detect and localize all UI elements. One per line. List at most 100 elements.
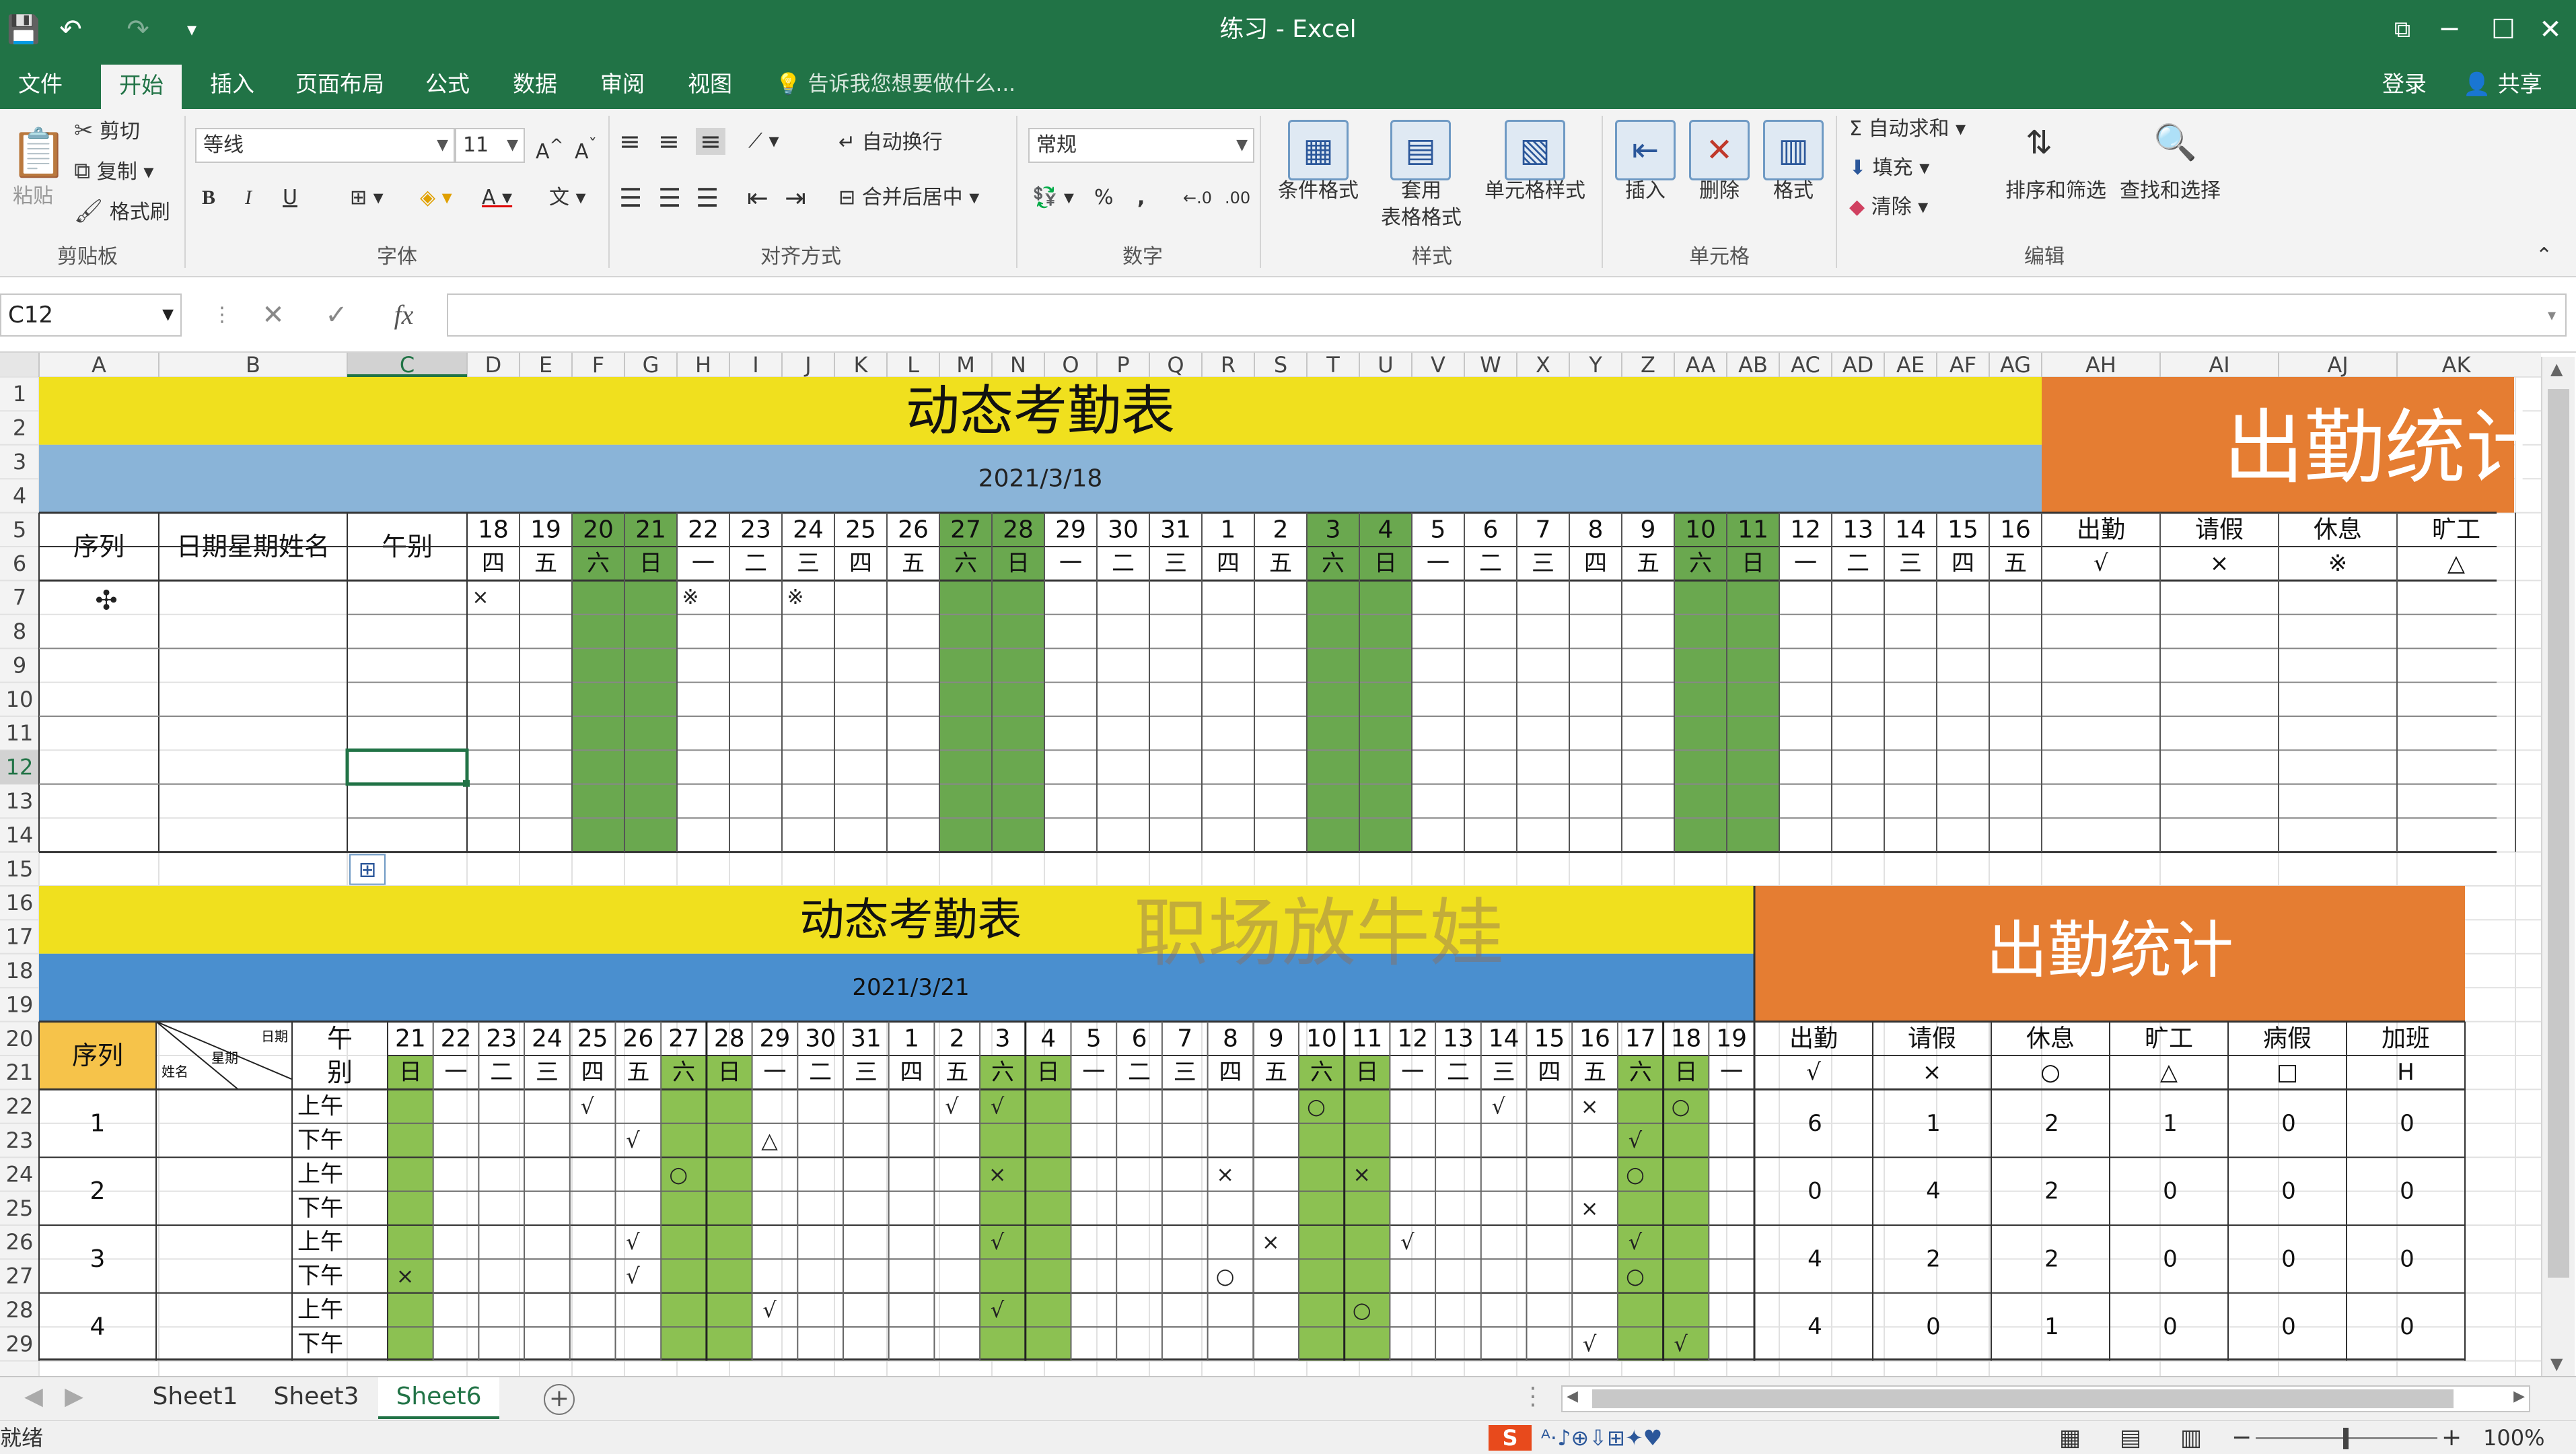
cancel-entry-button[interactable]: ✕ xyxy=(246,293,300,337)
table2-header-week: 星期 xyxy=(211,1050,238,1066)
table2-day: 10 xyxy=(1306,1025,1337,1052)
format-painter-button[interactable]: 🖌 格式刷 xyxy=(74,198,170,226)
page-break-view-button[interactable]: ▥ xyxy=(2180,1421,2202,1454)
shrink-font-button[interactable]: Aˇ xyxy=(575,132,597,166)
name-box[interactable]: C12 ▼ xyxy=(0,293,182,337)
vertical-scrollbar[interactable]: ▲ ▼ xyxy=(2541,357,2575,1376)
clear-button[interactable]: ◆ 清除 ▾ xyxy=(1849,194,1928,221)
sort-filter-button[interactable]: 排序和筛选 xyxy=(2005,178,2106,205)
increase-indent-button[interactable]: ⇥ xyxy=(785,184,806,211)
scroll-left-icon[interactable]: ◀ xyxy=(1567,1388,1578,1405)
row-header-25: 25 xyxy=(6,1196,34,1221)
align-center-button[interactable]: ☰ xyxy=(658,184,681,211)
align-middle-button[interactable]: ≡ xyxy=(658,128,680,155)
table1-weekday: 日 xyxy=(1007,550,1030,577)
collapse-ribbon-icon[interactable]: ⌃ xyxy=(2536,242,2552,269)
cut-button[interactable]: ✂ 剪切 xyxy=(74,117,140,145)
table2-am-mark: ○ xyxy=(669,1161,688,1187)
expand-formula-icon[interactable]: ▾ xyxy=(2525,293,2576,337)
orientation-button[interactable]: ⟋ ▾ xyxy=(748,128,779,155)
tab-view[interactable]: 视图 xyxy=(673,59,747,109)
sheet-tab-sheet3[interactable]: Sheet3 xyxy=(256,1377,377,1419)
delete-cells-button[interactable]: 删除 xyxy=(1689,178,1750,205)
close-button[interactable]: ✕ xyxy=(2517,5,2576,54)
copy-button[interactable]: ⧉ 复制 ▾ xyxy=(74,158,153,186)
phonetic-button[interactable]: 文 ▾ xyxy=(549,184,586,211)
vertical-scroll-thumb[interactable] xyxy=(2548,389,2569,1278)
tab-home[interactable]: 开始 xyxy=(101,65,182,109)
bold-button[interactable]: B xyxy=(202,184,215,211)
zoom-slider-thumb[interactable] xyxy=(2343,1428,2349,1449)
align-right-button[interactable]: ☰ xyxy=(696,184,719,211)
insert-function-button[interactable]: fx xyxy=(377,293,431,337)
next-sheet-icon[interactable]: ▶ xyxy=(61,1377,87,1419)
format-as-table-button[interactable]: 套用 表格格式 xyxy=(1369,178,1474,232)
tab-page-layout[interactable]: 页面布局 xyxy=(283,59,397,109)
decrease-indent-button[interactable]: ⇤ xyxy=(747,184,768,211)
scroll-down-icon[interactable]: ▼ xyxy=(2550,1354,2563,1373)
font-color-button[interactable]: A ▾ xyxy=(482,184,512,211)
paste-button[interactable]: 📋 粘贴 xyxy=(9,123,68,223)
table1-day: 3 xyxy=(1326,516,1341,543)
table1-mark: ※ xyxy=(787,586,803,609)
prev-sheet-icon[interactable]: ◀ xyxy=(20,1377,47,1419)
font-name-dropdown[interactable]: 等线 ▼ xyxy=(195,128,455,163)
find-select-button[interactable]: 查找和选择 xyxy=(2120,178,2221,205)
table2-am-mark: × xyxy=(1262,1229,1280,1255)
ime-logo-icon[interactable]: S xyxy=(1489,1425,1532,1451)
italic-button[interactable]: I xyxy=(245,184,252,211)
underline-button[interactable]: U xyxy=(283,184,297,211)
format-cells-button[interactable]: 格式 xyxy=(1763,178,1824,205)
table2-weekday: 五 xyxy=(627,1059,649,1086)
currency-button[interactable]: 💱 ▾ xyxy=(1032,184,1074,211)
sheet-tab-sheet6[interactable]: Sheet6 xyxy=(378,1377,499,1419)
tab-insert[interactable]: 插入 xyxy=(195,59,269,109)
tab-review[interactable]: 审阅 xyxy=(585,59,659,109)
tab-file[interactable]: 文件 xyxy=(7,59,74,109)
scroll-right-icon[interactable]: ▶ xyxy=(2513,1388,2525,1405)
align-bottom-button[interactable]: ≡ xyxy=(696,128,725,155)
fill-color-button[interactable]: ◈ ▾ xyxy=(420,184,452,211)
font-size-dropdown[interactable]: 11 ▼ xyxy=(455,128,525,163)
horizontal-scrollbar[interactable]: ◀ ▶ xyxy=(1561,1385,2530,1412)
border-button[interactable]: ⊞ ▾ xyxy=(350,184,384,211)
merge-center-button[interactable]: ⊟ 合并后居中 ▾ xyxy=(838,184,979,211)
number-format-dropdown[interactable]: 常规 ▼ xyxy=(1028,128,1254,163)
add-sheet-button[interactable]: + xyxy=(544,1384,575,1415)
percent-button[interactable]: % xyxy=(1094,184,1114,211)
wrap-text-button[interactable]: ↵ 自动换行 xyxy=(838,129,943,156)
normal-view-button[interactable]: ▦ xyxy=(2059,1421,2081,1454)
zoom-out-button[interactable]: − xyxy=(2231,1421,2252,1454)
confirm-entry-button[interactable]: ✓ xyxy=(310,293,363,337)
insert-cells-button[interactable]: 插入 xyxy=(1615,178,1676,205)
sheet-tab-sheet1[interactable]: Sheet1 xyxy=(135,1377,256,1419)
autosum-button[interactable]: Σ 自动求和 ▾ xyxy=(1849,116,1966,143)
align-left-button[interactable]: ☰ xyxy=(619,184,642,211)
share-button[interactable]: 👤 共享 xyxy=(2463,59,2542,109)
tab-data[interactable]: 数据 xyxy=(498,59,572,109)
zoom-in-button[interactable]: + xyxy=(2441,1421,2462,1454)
grow-font-button[interactable]: A^ xyxy=(536,132,563,166)
worksheet-canvas[interactable]: A B C D E F G H I J K L M N O P Q R S T U V W X Y Z AA AB AC AD AE AF AG… xyxy=(0,353,2541,1376)
fill-button[interactable]: ⬇ 填充 ▾ xyxy=(1849,155,1929,182)
tab-formulas[interactable]: 公式 xyxy=(410,59,485,109)
page-layout-view-button[interactable]: ▤ xyxy=(2120,1421,2141,1454)
decrease-decimal-button[interactable]: .00 xyxy=(1225,184,1250,211)
align-top-button[interactable]: ≡ xyxy=(619,128,641,155)
horizontal-scroll-thumb[interactable] xyxy=(1592,1389,2454,1408)
column-header-aj: AJ xyxy=(2327,353,2348,378)
tell-me-box[interactable]: 💡 告诉我您想要做什么... xyxy=(775,59,1015,109)
table2-day: 6 xyxy=(1132,1025,1147,1052)
increase-decimal-button[interactable]: ←.0 xyxy=(1183,184,1212,211)
table2-stat-value: 0 xyxy=(2281,1313,2296,1340)
cell-styles-button[interactable]: 单元格样式 xyxy=(1478,178,1592,205)
ime-toolbar-icon[interactable]: ᴬ·♪⊕⇩⊞✦♥ xyxy=(1541,1421,1662,1454)
outdent-icon: ⇤ xyxy=(747,183,768,213)
scroll-up-icon[interactable]: ▲ xyxy=(2550,359,2563,378)
worksheet-grid[interactable]: A B C D E F G H I J K L M N O P Q R S T U V W X Y Z AA AB AC AD AE AF AG… xyxy=(0,353,2576,1376)
conditional-format-button[interactable]: 条件格式 xyxy=(1271,178,1366,205)
zoom-level[interactable]: 100% xyxy=(2483,1421,2544,1454)
formula-input[interactable] xyxy=(447,293,2567,337)
comma-button[interactable]: , xyxy=(1137,184,1145,211)
login-link[interactable]: 登录 xyxy=(2382,59,2427,109)
